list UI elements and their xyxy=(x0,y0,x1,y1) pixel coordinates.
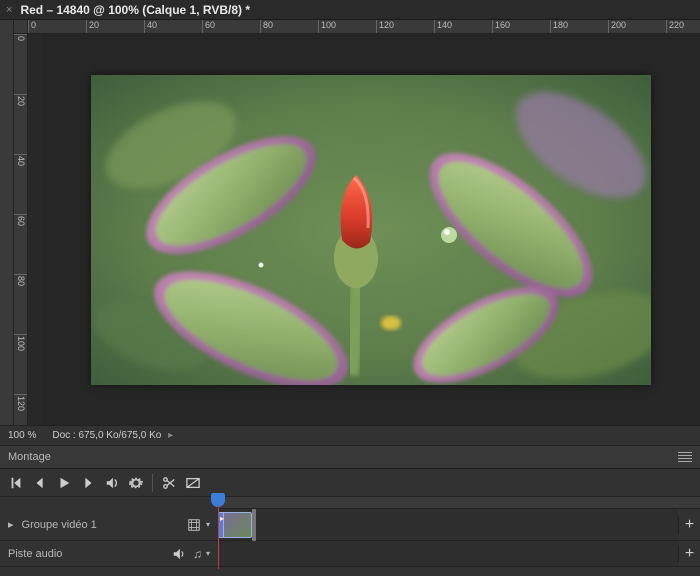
panel-header: Montage xyxy=(0,445,700,469)
next-frame-button[interactable] xyxy=(80,475,96,491)
video-track: ▸ Groupe vidéo 1 ▾ ▸ + xyxy=(0,509,700,541)
ruler-horizontal[interactable]: 020406080100120140160180200220240 xyxy=(28,20,700,34)
document-tab-bar: × Red – 14840 @ 100% (Calque 1, RVB/8) * xyxy=(0,0,700,20)
panel-title[interactable]: Montage xyxy=(8,451,51,463)
add-video-button[interactable]: + xyxy=(678,516,700,534)
ruler-tick: 40 xyxy=(14,154,27,214)
ruler-corner xyxy=(14,20,28,34)
status-bar: 100 % Doc : 675,0 Ko/675,0 Ko ▸ xyxy=(0,425,700,445)
video-clip[interactable]: ▸ xyxy=(218,512,252,538)
audio-track-label: Piste audio xyxy=(8,548,163,560)
separator xyxy=(152,474,153,492)
doc-menu-chevron-icon[interactable]: ▸ xyxy=(168,430,173,441)
ruler-tick: 60 xyxy=(202,20,260,33)
canvas-viewport[interactable] xyxy=(42,34,700,425)
zoom-level[interactable]: 100 % xyxy=(8,430,36,441)
ruler-tick: 60 xyxy=(14,214,27,274)
prev-frame-button[interactable] xyxy=(32,475,48,491)
chevron-down-icon[interactable]: ▾ xyxy=(206,549,210,558)
ruler-tick: 20 xyxy=(14,94,27,154)
transition-icon[interactable] xyxy=(185,475,201,491)
video-track-body[interactable]: ▸ xyxy=(218,509,678,540)
doc-size: Doc : 675,0 Ko/675,0 Ko xyxy=(52,430,161,441)
ruler-tick: 180 xyxy=(550,20,608,33)
timeline: ▸ Groupe vidéo 1 ▾ ▸ + Piste audio ♫ ▾ xyxy=(0,497,700,567)
timeline-toolbar xyxy=(0,469,700,497)
audio-track: Piste audio ♫ ▾ + xyxy=(0,541,700,567)
film-icon[interactable] xyxy=(186,517,202,533)
time-ruler[interactable] xyxy=(218,497,700,509)
clip-corner-icon: ▸ xyxy=(220,514,224,523)
gear-icon[interactable] xyxy=(128,475,144,491)
chevron-down-icon[interactable]: ▾ xyxy=(206,520,210,529)
ruler-tick: 140 xyxy=(434,20,492,33)
music-icon[interactable]: ♫ xyxy=(193,547,202,561)
ruler-tick: 0 xyxy=(28,20,86,33)
go-start-button[interactable] xyxy=(8,475,24,491)
speaker-icon[interactable] xyxy=(104,475,120,491)
ruler-tick: 100 xyxy=(14,334,27,394)
ruler-tick: 200 xyxy=(608,20,666,33)
document-title: Red – 14840 @ 100% (Calque 1, RVB/8) * xyxy=(20,3,250,17)
audio-track-body[interactable] xyxy=(218,541,678,566)
close-tab-icon[interactable]: × xyxy=(6,4,12,16)
audio-track-header: Piste audio ♫ ▾ xyxy=(0,546,218,562)
gutter-left xyxy=(0,20,14,425)
workspace: 020406080100120140160180200220240 020406… xyxy=(0,20,700,425)
video-track-header: ▸ Groupe vidéo 1 ▾ xyxy=(0,517,218,533)
ruler-tick: 80 xyxy=(260,20,318,33)
ruler-tick: 220 xyxy=(666,20,700,33)
speaker-icon[interactable] xyxy=(171,546,187,562)
video-track-label: Groupe vidéo 1 xyxy=(22,519,178,531)
scissors-icon[interactable] xyxy=(161,475,177,491)
ruler-tick: 0 xyxy=(14,34,27,94)
ruler-tick: 100 xyxy=(318,20,376,33)
ruler-tick: 20 xyxy=(86,20,144,33)
ruler-vertical[interactable]: 020406080100120 xyxy=(14,34,28,425)
panel-menu-icon[interactable] xyxy=(678,452,692,462)
ruler-tick: 40 xyxy=(144,20,202,33)
ruler-tick: 160 xyxy=(492,20,550,33)
add-audio-button[interactable]: + xyxy=(678,545,700,563)
clip-out-handle[interactable] xyxy=(252,509,256,541)
play-button[interactable] xyxy=(56,475,72,491)
ruler-tick: 80 xyxy=(14,274,27,334)
expand-chevron-icon[interactable]: ▸ xyxy=(8,518,14,531)
playhead[interactable] xyxy=(211,493,225,507)
ruler-tick: 120 xyxy=(376,20,434,33)
ruler-tick: 120 xyxy=(14,394,27,425)
canvas-image[interactable] xyxy=(91,75,651,385)
